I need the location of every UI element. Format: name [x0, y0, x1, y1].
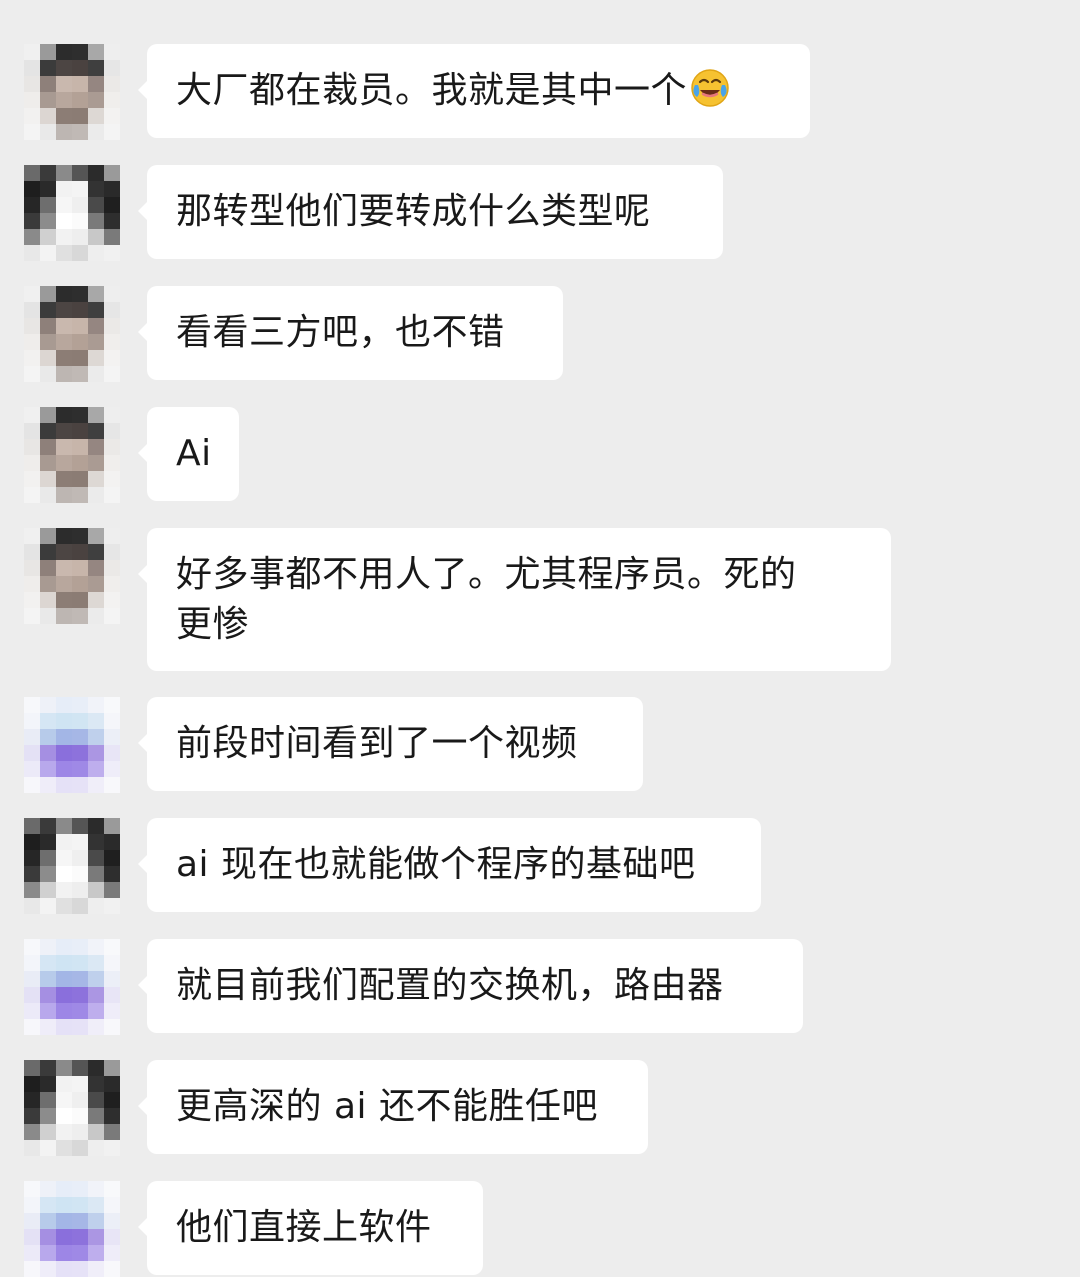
message-row: 他们直接上软件 — [0, 1181, 1080, 1277]
message-bubble[interactable]: 看看三方吧，也不错 — [138, 286, 563, 380]
face-with-tears-of-joy-icon — [689, 67, 731, 109]
message-text: 更高深的 ai 还不能胜任吧 — [176, 1086, 598, 1127]
message-bubble[interactable]: 那转型他们要转成什么类型呢 — [138, 165, 723, 259]
avatar[interactable] — [24, 1181, 120, 1277]
message-text: 大厂都在裁员。我就是其中一个 — [176, 70, 688, 111]
avatar[interactable] — [24, 1060, 120, 1156]
message-text: 看看三方吧，也不错 — [176, 312, 505, 353]
avatar[interactable] — [24, 697, 120, 793]
message-text: 就目前我们配置的交换机，路由器 — [176, 965, 724, 1006]
message-row: 更高深的 ai 还不能胜任吧 — [0, 1060, 1080, 1156]
avatar[interactable] — [24, 44, 120, 140]
avatar[interactable] — [24, 165, 120, 261]
message-row: 那转型他们要转成什么类型呢 — [0, 165, 1080, 261]
avatar[interactable] — [24, 939, 120, 1035]
avatar[interactable] — [24, 528, 120, 624]
chat-message-list[interactable]: 大厂都在裁员。我就是其中一个 那转型他们要转成什么类型呢 看看三方吧，也不错 Ai 好多… — [0, 0, 1080, 1277]
message-text: ai 现在也就能做个程序的基础吧 — [176, 844, 696, 885]
message-row: ai 现在也就能做个程序的基础吧 — [0, 818, 1080, 914]
message-text: 好多事都不用人了。尤其程序员。死的 更惨 — [176, 554, 797, 645]
message-text: 他们直接上软件 — [176, 1207, 432, 1248]
message-bubble[interactable]: 他们直接上软件 — [138, 1181, 483, 1275]
message-row: 看看三方吧，也不错 — [0, 286, 1080, 382]
message-bubble[interactable]: 就目前我们配置的交换机，路由器 — [138, 939, 803, 1033]
message-text: Ai — [176, 433, 212, 474]
message-row: 就目前我们配置的交换机，路由器 — [0, 939, 1080, 1035]
message-row: 好多事都不用人了。尤其程序员。死的 更惨 — [0, 528, 1080, 671]
message-bubble[interactable]: 好多事都不用人了。尤其程序员。死的 更惨 — [138, 528, 891, 671]
avatar[interactable] — [24, 818, 120, 914]
message-text: 前段时间看到了一个视频 — [176, 723, 578, 764]
message-row: 大厂都在裁员。我就是其中一个 — [0, 44, 1080, 140]
message-row: 前段时间看到了一个视频 — [0, 697, 1080, 793]
avatar[interactable] — [24, 286, 120, 382]
avatar[interactable] — [24, 407, 120, 503]
message-text: 那转型他们要转成什么类型呢 — [176, 191, 651, 232]
message-bubble[interactable]: ai 现在也就能做个程序的基础吧 — [138, 818, 761, 912]
message-row: Ai — [0, 407, 1080, 503]
message-bubble[interactable]: 大厂都在裁员。我就是其中一个 — [138, 44, 810, 138]
message-bubble[interactable]: 更高深的 ai 还不能胜任吧 — [138, 1060, 648, 1154]
message-bubble[interactable]: 前段时间看到了一个视频 — [138, 697, 643, 791]
message-bubble[interactable]: Ai — [138, 407, 239, 501]
